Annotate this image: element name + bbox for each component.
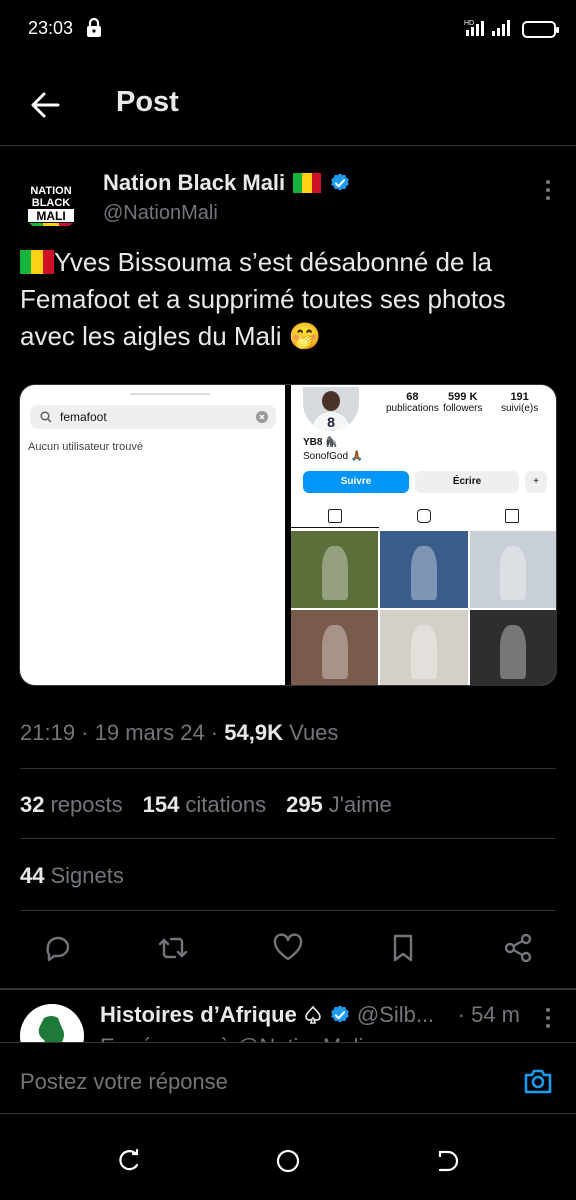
- ig-follow-button: Suivre: [303, 471, 409, 493]
- ig-tab-indicator: [291, 527, 379, 528]
- bookmarks-row: 44 Signets: [20, 863, 124, 889]
- top-app-bar: Post: [0, 60, 576, 146]
- ig-empty-result: Aucun utilisateur trouvé: [28, 441, 143, 453]
- ig-photo-thumb: [291, 531, 379, 608]
- ig-tabs: [291, 503, 556, 529]
- photo-figure: [500, 625, 527, 680]
- search-icon: [40, 411, 52, 423]
- avatar-line-3: MALI: [36, 209, 65, 223]
- author-name[interactable]: Nation Black Mali: [103, 170, 285, 196]
- post-date: 19 mars 24: [94, 720, 205, 745]
- grid-icon: [328, 509, 342, 523]
- status-bar: 23:03 HD: [0, 0, 576, 60]
- verified-icon: [331, 1005, 349, 1023]
- avatar-line-2: BLACK: [32, 197, 71, 209]
- photo-figure: [500, 546, 527, 601]
- ig-photo-thumb: [380, 531, 468, 608]
- mali-flag-icon: [293, 173, 322, 193]
- author-handle[interactable]: @NationMali: [103, 202, 218, 225]
- media-image-search[interactable]: femafoot Aucun utilisateur trouvé: [20, 385, 285, 685]
- back-icon[interactable]: [434, 1148, 460, 1174]
- battery-icon: [522, 21, 559, 38]
- divider: [20, 838, 556, 839]
- home-icon[interactable]: [275, 1148, 301, 1174]
- reply-author-name[interactable]: Histoires d’Afrique: [100, 1002, 297, 1028]
- ig-bio: SonofGod 🙏🏾: [303, 451, 364, 462]
- face-emoji-icon: 🤭: [288, 321, 322, 351]
- reply-post[interactable]: Histoires d’Afrique @Silb... · 54 m En r…: [0, 990, 576, 1044]
- status-time: 23:03: [28, 18, 74, 38]
- divider: [20, 910, 556, 911]
- status-icons: HD: [464, 18, 559, 38]
- reply-time: · 54 m: [457, 1002, 520, 1027]
- clear-icon: [256, 411, 268, 423]
- camera-icon[interactable]: [522, 1065, 554, 1097]
- post-meta: 21:19 · 19 mars 24 · 54,9K Vues: [20, 720, 339, 745]
- views-label: Vues: [289, 720, 339, 745]
- bookmarks-stat[interactable]: 44 Signets: [20, 863, 124, 889]
- lock-icon: [87, 18, 101, 37]
- back-arrow-icon[interactable]: [28, 88, 62, 122]
- ig-stat-posts: 68 publications: [386, 391, 439, 414]
- likes-stat[interactable]: 295 J'aime: [286, 792, 392, 818]
- verified-icon: [331, 173, 349, 191]
- page-title: Post: [116, 86, 179, 118]
- engagement-row: 32 reposts 154 citations 295 J'aime: [20, 792, 392, 818]
- quotes-stat[interactable]: 154 citations: [143, 792, 266, 818]
- reply-icon[interactable]: [42, 932, 74, 964]
- ig-search-text: femafoot: [60, 410, 107, 424]
- mali-flag-icon: [20, 250, 54, 274]
- ig-photo-grid: [291, 531, 556, 685]
- ig-stat-followers: 599 Kfollowers: [443, 391, 483, 414]
- action-bar: [0, 916, 576, 982]
- svg-text:HD: HD: [464, 20, 474, 27]
- repost-icon[interactable]: [157, 932, 189, 964]
- media-image-profile[interactable]: 8 68 publications 599 Kfollowers 191 suivi…: [291, 385, 556, 685]
- ig-message-button: Écrire: [415, 471, 519, 493]
- post-text: Yves Bissouma s’est désabonné de la Fema…: [20, 244, 550, 355]
- avatar-line-1: NATION: [30, 185, 71, 197]
- ig-search-bar: femafoot: [30, 405, 276, 429]
- reply-composer: [0, 1042, 576, 1114]
- reply-input[interactable]: [20, 1069, 480, 1095]
- signal-icon: HD: [464, 20, 510, 36]
- reply-header: Histoires d’Afrique @Silb...: [100, 1002, 434, 1028]
- photo-figure: [410, 546, 438, 601]
- ig-photo-thumb: [469, 610, 556, 685]
- bookmark-icon[interactable]: [387, 932, 419, 964]
- reels-icon: [417, 509, 431, 523]
- reply-handle[interactable]: @Silb...: [357, 1002, 434, 1028]
- author-avatar[interactable]: NATION BLACK MALI: [20, 170, 82, 232]
- recents-icon[interactable]: [116, 1148, 142, 1174]
- system-nav-bar: [0, 1114, 576, 1200]
- photo-figure: [410, 625, 438, 680]
- ig-photo-thumb: [380, 610, 468, 685]
- ig-photo-thumb: [291, 610, 379, 685]
- post-time: 21:19: [20, 720, 76, 745]
- ig-photo-thumb: [469, 531, 556, 608]
- share-icon[interactable]: [502, 932, 534, 964]
- reply-avatar[interactable]: [20, 1004, 84, 1044]
- jersey-number: 8: [327, 414, 335, 430]
- more-options-icon[interactable]: [544, 180, 552, 204]
- post-media[interactable]: femafoot Aucun utilisateur trouvé 8 68 pu…: [19, 384, 557, 686]
- photo-figure: [321, 625, 348, 680]
- ig-username: YB8 🦍: [303, 437, 338, 448]
- photo-figure: [321, 546, 348, 601]
- tagged-icon: [505, 509, 519, 523]
- author-name-row[interactable]: Nation Black Mali: [103, 170, 351, 196]
- post-text-body: Yves Bissouma s’est désabonné de la Fema…: [20, 247, 506, 351]
- ig-stat-following: 191 suivi(e)s: [501, 391, 539, 414]
- sheet-grabber: [130, 393, 210, 395]
- like-icon[interactable]: [272, 932, 304, 964]
- more-options-icon[interactable]: [544, 1008, 552, 1032]
- add-person-icon: +: [525, 471, 547, 493]
- reposts-stat[interactable]: 32 reposts: [20, 792, 123, 818]
- ig-profile-picture: 8: [303, 387, 359, 431]
- views-count: 54,9K: [224, 720, 283, 745]
- spade-badge-icon: [305, 1005, 321, 1024]
- divider: [20, 768, 556, 769]
